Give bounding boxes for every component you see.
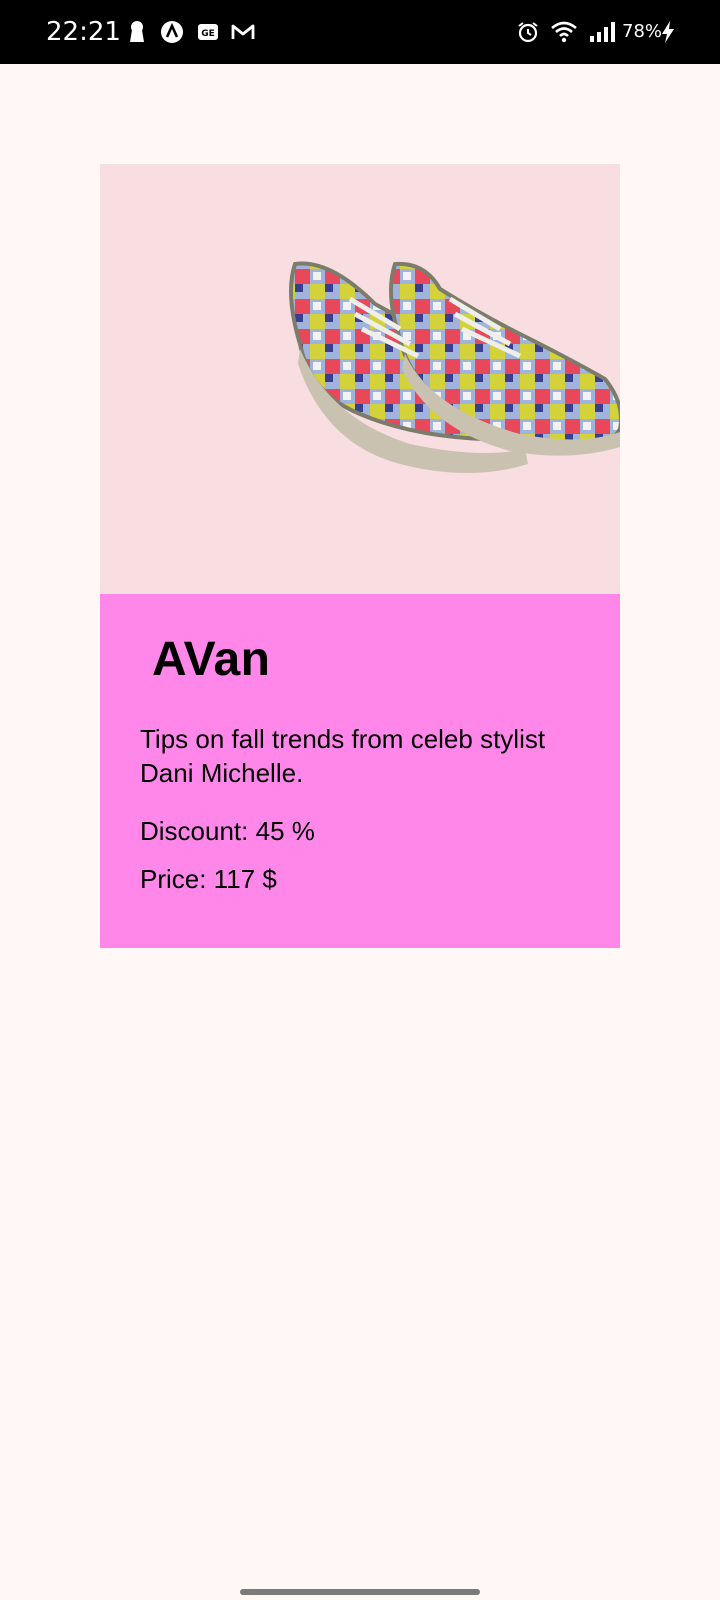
- product-price: Price: 117 $: [140, 864, 277, 894]
- product-name: AVan: [152, 633, 271, 686]
- battery-percent: 78%: [622, 21, 663, 42]
- alarm-icon: [518, 22, 538, 43]
- product-discount: Discount: 45 %: [140, 816, 315, 846]
- product-image-container: [100, 164, 623, 594]
- gmail-icon: [231, 24, 255, 39]
- ge-icon: GE: [198, 24, 218, 40]
- keyhole-icon: [130, 21, 144, 42]
- product-description: Tips on fall trends from celeb stylist D…: [140, 724, 546, 788]
- wifi-icon: [551, 21, 577, 43]
- charging-icon: [662, 21, 674, 43]
- signal-icon: [590, 22, 615, 42]
- product-card[interactable]: AVan Tips on fall trends from celeb styl…: [100, 164, 623, 948]
- svg-text:GE: GE: [201, 29, 215, 39]
- gesture-nav-handle[interactable]: [240, 1589, 480, 1595]
- product-info-panel: AVan Tips on fall trends from celeb styl…: [100, 594, 620, 948]
- status-bar: 22:21 GE 78%: [0, 0, 720, 64]
- status-time: 22:21: [46, 17, 121, 47]
- app-a-icon: [161, 21, 183, 43]
- sneakers-image: [289, 261, 623, 473]
